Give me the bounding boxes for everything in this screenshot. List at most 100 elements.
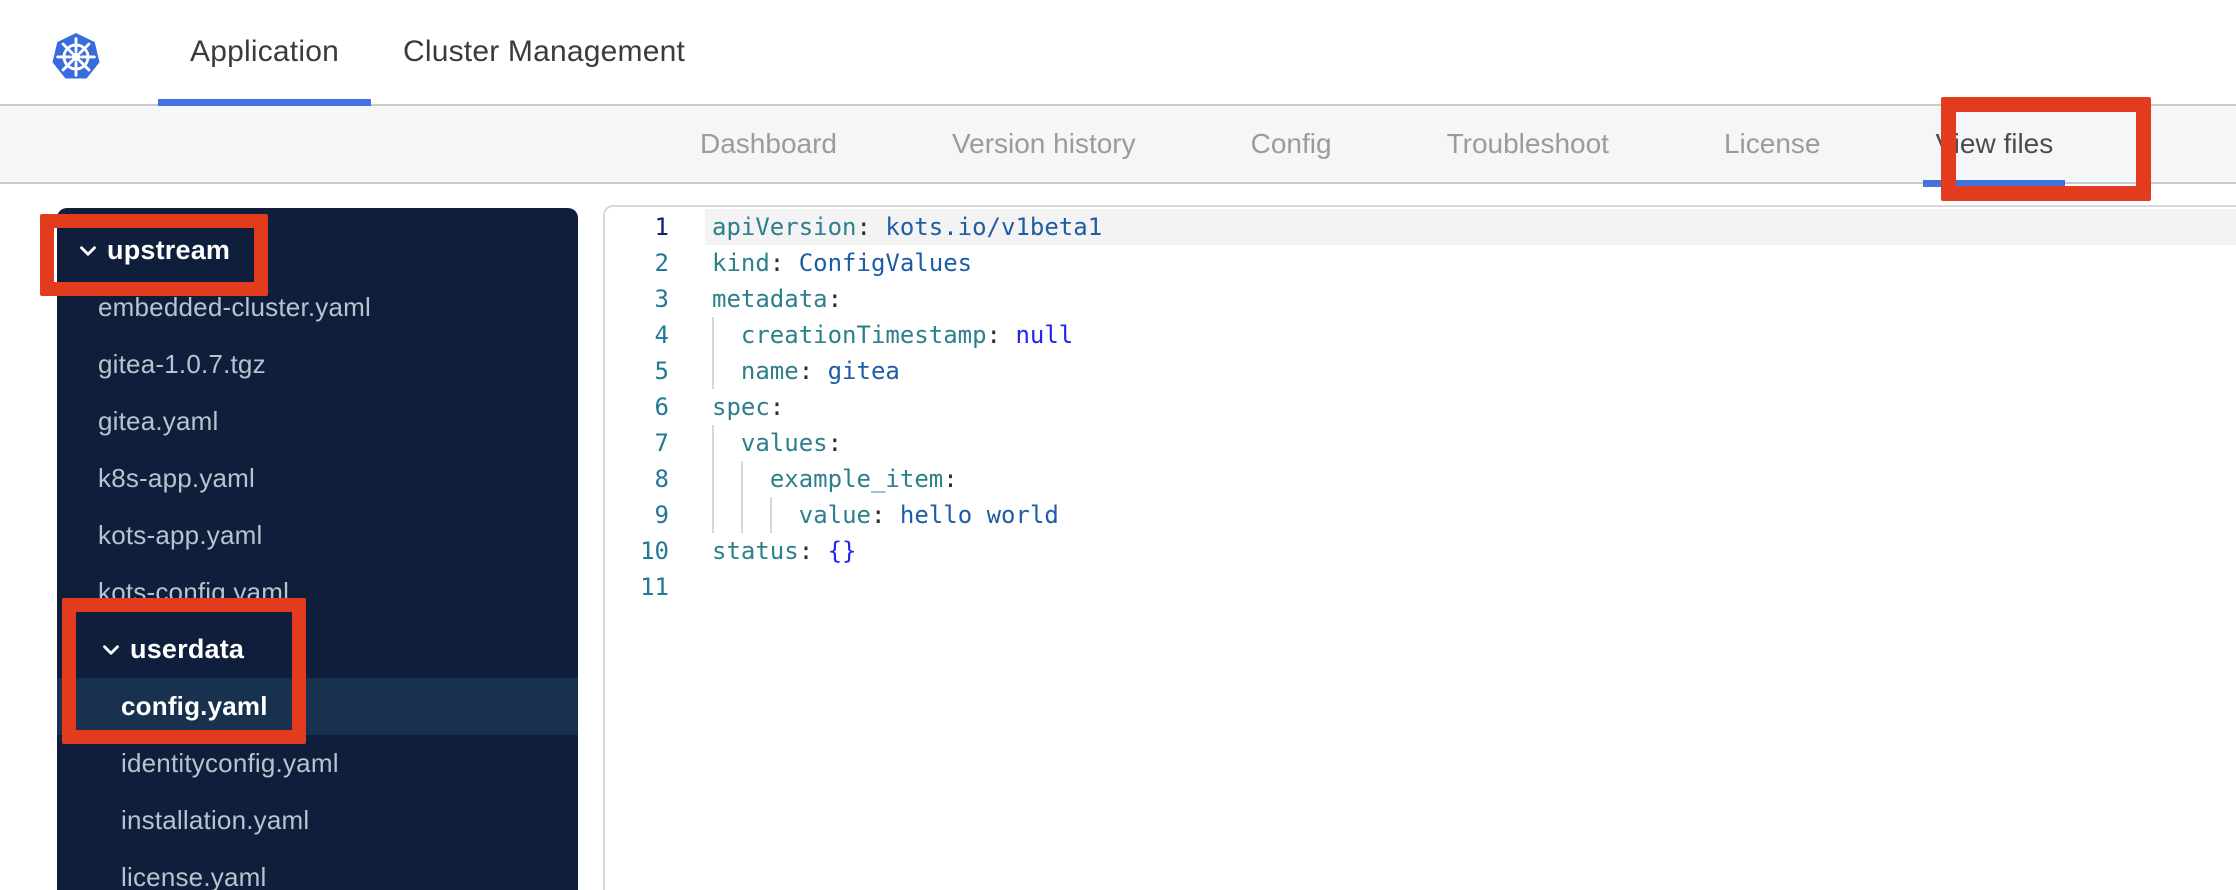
line-number: 3: [654, 285, 669, 313]
indent-guide: [712, 497, 714, 533]
code-line-6[interactable]: 6 spec:: [605, 389, 2236, 425]
token-key: kind: [712, 249, 770, 277]
code-line-9[interactable]: 9 value: hello world: [605, 497, 2236, 533]
code-text: metadata:: [712, 281, 842, 317]
code-text: status: {}: [712, 533, 857, 569]
code-line-11[interactable]: 11: [605, 569, 2236, 605]
code-line-8[interactable]: 8 example_item:: [605, 461, 2236, 497]
token-punct: :: [798, 357, 814, 385]
tree-item-label: userdata: [130, 634, 245, 664]
line-number: 7: [654, 429, 669, 457]
tree-file-embedded-cluster-yaml[interactable]: embedded-cluster.yaml: [57, 279, 578, 336]
tree-file-identityconfig-yaml[interactable]: identityconfig.yaml: [57, 735, 578, 792]
code-text: apiVersion: kots.io/v1beta1: [712, 209, 1102, 245]
code-text: creationTimestamp: null: [741, 317, 1073, 353]
yaml-code-area[interactable]: 1 apiVersion: kots.io/v1beta1 2 kind: Confi…: [605, 207, 2236, 605]
sub-tab-license[interactable]: License: [1724, 106, 1821, 182]
sub-tab-version-history[interactable]: Version history: [952, 106, 1136, 182]
indent-guide: [769, 497, 772, 533]
sub-tab-view-files[interactable]: View files: [1923, 106, 2066, 187]
tree-item-label: kots-config.yaml: [98, 577, 290, 607]
tree-file-gitea-yaml[interactable]: gitea.yaml: [57, 393, 578, 450]
tree-folder-userdata[interactable]: userdata: [57, 621, 578, 678]
tree-item-label: license.yaml: [121, 862, 267, 890]
active-tab-underline: [158, 99, 371, 106]
token-key: spec: [712, 393, 770, 421]
tree-item-label: identityconfig.yaml: [121, 748, 339, 778]
token-key: value: [798, 501, 871, 529]
token-key: status: [712, 537, 799, 565]
tree-file-kots-config-yaml[interactable]: kots-config.yaml: [57, 564, 578, 621]
indent-guide: [740, 497, 743, 533]
code-text: value: hello world: [799, 497, 1059, 533]
line-number: 5: [654, 357, 669, 385]
token-punct: :: [798, 537, 814, 565]
token-key: metadata: [712, 285, 828, 313]
code-text: kind: ConfigValues: [712, 245, 972, 281]
token-keyword: null: [1001, 321, 1074, 349]
sub-tab-troubleshoot[interactable]: Troubleshoot: [1447, 106, 1609, 182]
token-punct: :: [986, 321, 1001, 349]
tree-file-license-yaml[interactable]: license.yaml: [57, 849, 578, 890]
tree-item-label: embedded-cluster.yaml: [98, 292, 371, 322]
file-tree-sidebar: upstream embedded-cluster.yaml gitea-1.0.7…: [57, 208, 578, 890]
token-value: hello world: [885, 501, 1059, 529]
code-line-1[interactable]: 1 apiVersion: kots.io/v1beta1: [605, 209, 2236, 245]
sub-tab-label: View files: [1935, 128, 2054, 159]
top-tab-application[interactable]: Application: [158, 0, 371, 106]
line-number: 11: [640, 573, 669, 601]
kubernetes-logo-icon: [52, 32, 100, 79]
tree-file-k8s-app-yaml[interactable]: k8s-app.yaml: [57, 450, 578, 507]
token-punct: :: [943, 465, 958, 493]
token-value: ConfigValues: [784, 249, 973, 277]
tree-item-label: config.yaml: [121, 691, 268, 721]
code-line-3[interactable]: 3 metadata:: [605, 281, 2236, 317]
code-line-5[interactable]: 5 name: gitea: [605, 353, 2236, 389]
tree-item-label: installation.yaml: [121, 805, 310, 835]
code-line-10[interactable]: 10 status: {}: [605, 533, 2236, 569]
line-number: 1: [654, 213, 669, 241]
top-tab-label: Application: [190, 35, 339, 68]
line-number: 2: [654, 249, 669, 277]
code-text: example_item:: [770, 461, 958, 497]
token-punct: :: [769, 249, 785, 277]
code-line-4[interactable]: 4 creationTimestamp: null: [605, 317, 2236, 353]
code-line-2[interactable]: 2 kind: ConfigValues: [605, 245, 2236, 281]
token-punct: :: [827, 285, 843, 313]
line-number: 9: [654, 501, 669, 529]
code-line-7[interactable]: 7 values:: [605, 425, 2236, 461]
tree-file-config-yaml[interactable]: config.yaml: [57, 678, 578, 735]
token-punct: :: [871, 501, 886, 529]
sub-tab-config[interactable]: Config: [1251, 106, 1332, 182]
app-sub-navigation: Dashboard Version history Config Troublesho…: [0, 106, 2236, 187]
top-tab-cluster-management[interactable]: Cluster Management: [371, 0, 717, 104]
tree-item-label: gitea.yaml: [98, 406, 219, 436]
tree-folder-upstream[interactable]: upstream: [57, 222, 578, 279]
token-punct: :: [827, 429, 843, 457]
top-navigation-bar: Application Cluster Management: [0, 0, 2236, 106]
indent-guide: [712, 425, 714, 461]
tree-file-gitea-1-0-7-tgz[interactable]: gitea-1.0.7.tgz: [57, 336, 578, 393]
sub-tab-label: Version history: [951, 128, 1136, 159]
tree-item-label: upstream: [107, 235, 231, 265]
indent-guide: [712, 353, 714, 389]
sub-tab-label: Config: [1250, 128, 1332, 159]
active-tab-underline: [1923, 180, 2066, 187]
line-number: 4: [654, 321, 669, 349]
sub-tab-label: Dashboard: [700, 128, 837, 159]
tree-file-kots-app-yaml[interactable]: kots-app.yaml: [57, 507, 578, 564]
tree-item-label: kots-app.yaml: [98, 520, 263, 550]
sub-tab-dashboard[interactable]: Dashboard: [700, 106, 837, 182]
indent-guide: [712, 317, 714, 353]
chevron-down-icon: [75, 238, 101, 264]
line-number: 6: [654, 393, 669, 421]
token-brace: {}: [813, 537, 857, 565]
top-tab-label: Cluster Management: [402, 35, 686, 68]
token-key: apiVersion: [712, 213, 857, 241]
tree-file-installation-yaml[interactable]: installation.yaml: [57, 792, 578, 849]
sub-tab-label: Troubleshoot: [1446, 128, 1609, 159]
token-punct: :: [769, 393, 785, 421]
kubernetes-logo: [52, 30, 100, 82]
code-text: spec:: [712, 389, 784, 425]
line-number: 10: [640, 537, 669, 565]
